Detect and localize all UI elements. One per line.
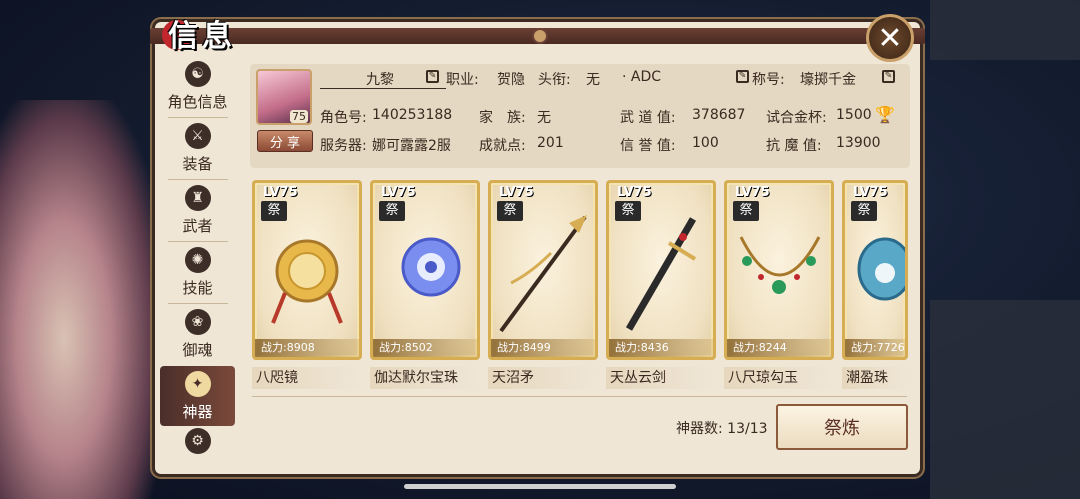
player-name: 九黎 bbox=[366, 72, 394, 88]
nav-item-skill[interactable]: ✺ 技能 bbox=[160, 242, 235, 302]
achieve-value: 201 bbox=[537, 135, 564, 151]
settings-icon: ⚙ bbox=[184, 428, 211, 454]
server-label: 服务器: bbox=[320, 138, 367, 154]
artifact-name: 天丛云剑 bbox=[606, 367, 716, 389]
artifact-card[interactable]: LV75 祭 战力:7726 bbox=[842, 180, 908, 360]
pearl-icon bbox=[857, 237, 905, 301]
server-value: 娜可露露2服 bbox=[372, 138, 451, 154]
card-level: LV75 bbox=[617, 185, 652, 200]
card-power: 战力:8502 bbox=[373, 339, 477, 357]
panel-title: 信息 bbox=[132, 8, 272, 58]
rank-value: 壕掷千金 bbox=[800, 72, 856, 88]
family-value: 无 bbox=[537, 110, 551, 126]
job-label: 职业: bbox=[446, 72, 479, 88]
close-button[interactable]: ✕ bbox=[866, 14, 914, 62]
artifact-name: 八咫镜 bbox=[252, 367, 362, 389]
card-level: LV75 bbox=[853, 185, 888, 200]
section-divider bbox=[252, 396, 907, 397]
sword-icon bbox=[625, 217, 697, 331]
family-label: 家 族: bbox=[479, 110, 526, 126]
card-power: 战力:8244 bbox=[727, 339, 831, 357]
spear-icon bbox=[499, 215, 587, 333]
edit-title-icon[interactable]: ✎ bbox=[882, 70, 895, 83]
nav-item-warrior[interactable]: ♜ 武者 bbox=[160, 180, 235, 240]
artifact-name: 天沼矛 bbox=[488, 367, 598, 389]
head-value: 无 bbox=[586, 72, 600, 88]
cup-value: 1500 bbox=[836, 107, 872, 123]
cup-label: 试合金杯: bbox=[766, 110, 827, 126]
soul-icon: ❀ bbox=[184, 308, 211, 335]
wudao-label: 武 道 值: bbox=[620, 110, 676, 126]
nav-item-settings[interactable]: ⚙ bbox=[160, 428, 235, 474]
artifact-card[interactable]: LV75 祭 战力:8502 bbox=[370, 180, 480, 360]
card-level: LV75 bbox=[499, 185, 534, 200]
head-label: 头衔: bbox=[538, 72, 571, 88]
extra-tag: · ADC bbox=[622, 69, 662, 85]
player-level: 75 bbox=[290, 110, 308, 123]
orb-icon bbox=[401, 237, 461, 297]
background-wood bbox=[930, 0, 1080, 60]
close-icon: ✕ bbox=[877, 20, 903, 56]
topbar-ornament-icon bbox=[532, 28, 548, 44]
nav-item-role-info[interactable]: ☯ 角色信息 bbox=[160, 56, 235, 116]
side-navigation: ☯ 角色信息 ⚔ 装备 ♜ 武者 ✺ 技能 ❀ 御魂 ✦ 神器 ⚙ bbox=[160, 56, 235, 474]
mirror-icon bbox=[271, 239, 343, 324]
equipment-icon: ⚔ bbox=[184, 122, 211, 149]
artifact-card[interactable]: LV75 祭 战力:8499 bbox=[488, 180, 598, 360]
card-power: 战力:7726 bbox=[845, 339, 905, 357]
nav-item-equipment[interactable]: ⚔ 装备 bbox=[160, 118, 235, 178]
job-value: 贺隐 bbox=[497, 72, 525, 88]
nav-item-artifact[interactable]: ✦ 神器 bbox=[160, 366, 235, 426]
refine-button[interactable]: 祭炼 bbox=[776, 404, 908, 450]
skill-icon: ✺ bbox=[184, 246, 211, 273]
wudao-value: 378687 bbox=[692, 107, 746, 123]
share-button[interactable]: 分 享 bbox=[257, 130, 313, 152]
edit-name-icon[interactable]: ✎ bbox=[426, 70, 439, 83]
artifact-name: 伽达默尔宝珠 bbox=[370, 367, 480, 389]
achieve-label: 成就点: bbox=[479, 138, 526, 154]
home-indicator[interactable] bbox=[404, 484, 676, 489]
card-level: LV75 bbox=[263, 185, 298, 200]
id-value: 140253188 bbox=[372, 107, 453, 123]
nav-item-soul[interactable]: ❀ 御魂 bbox=[160, 304, 235, 364]
role-icon: ☯ bbox=[184, 60, 211, 87]
background-character bbox=[0, 100, 160, 499]
artifact-name: 潮盈珠 bbox=[842, 367, 908, 389]
artifact-count: 神器数: 13/13 bbox=[676, 421, 768, 437]
card-power: 战力:8499 bbox=[491, 339, 595, 357]
edit-rank-icon[interactable]: ✎ bbox=[736, 70, 749, 83]
card-level: LV75 bbox=[381, 185, 416, 200]
demon-label: 抗 魔 值: bbox=[766, 138, 822, 154]
rank-label: 称号: bbox=[752, 72, 785, 88]
artifact-name: 八尺琼勾玉 bbox=[724, 367, 834, 389]
artifact-icon: ✦ bbox=[184, 370, 211, 397]
credit-label: 信 誉 值: bbox=[620, 138, 676, 154]
card-level: LV75 bbox=[735, 185, 770, 200]
artifact-card[interactable]: LV75 祭 战力:8244 bbox=[724, 180, 834, 360]
artifact-card[interactable]: LV75 祭 战力:8436 bbox=[606, 180, 716, 360]
credit-value: 100 bbox=[692, 135, 719, 151]
background-wood bbox=[930, 300, 1080, 499]
card-power: 战力:8436 bbox=[609, 339, 713, 357]
name-underline bbox=[320, 88, 446, 89]
id-label: 角色号: bbox=[320, 110, 367, 126]
necklace-icon bbox=[739, 236, 821, 294]
card-power: 战力:8908 bbox=[255, 339, 359, 357]
demon-value: 13900 bbox=[836, 135, 881, 151]
artifact-card[interactable]: LV75 祭 战力:8908 bbox=[252, 180, 362, 360]
trophy-icon: 🏆 bbox=[875, 105, 895, 124]
warrior-icon: ♜ bbox=[184, 184, 211, 211]
